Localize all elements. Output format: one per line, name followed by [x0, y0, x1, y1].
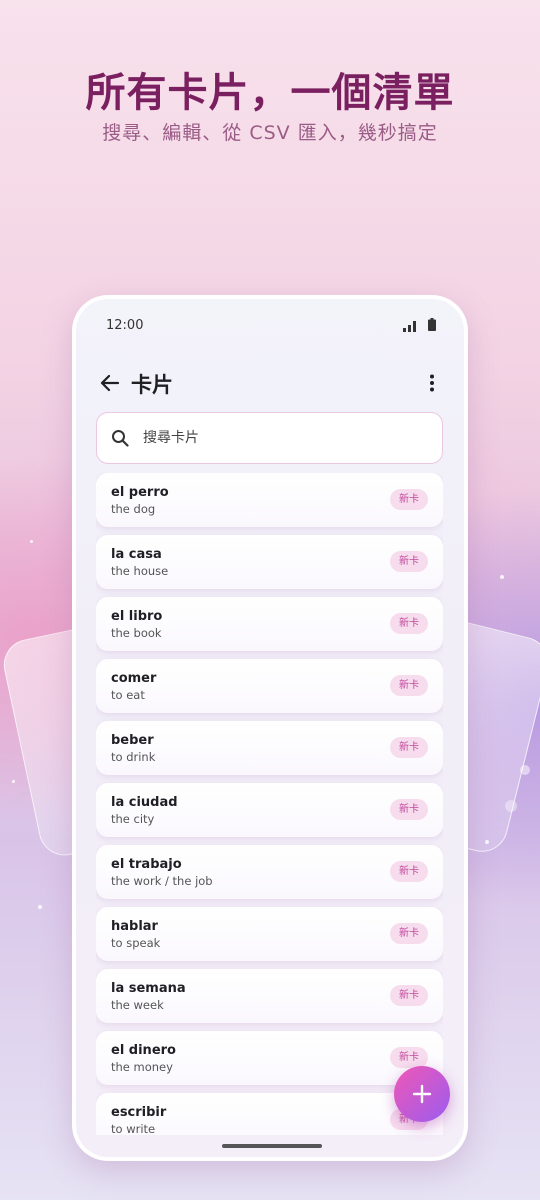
card-term: la semana: [111, 981, 186, 996]
sparkle: [38, 905, 42, 909]
new-card-badge: 新卡: [390, 799, 428, 820]
card-definition: the house: [111, 564, 169, 578]
new-card-badge: 新卡: [390, 1047, 428, 1068]
card-definition: the money: [111, 1060, 173, 1074]
card-term: el trabajo: [111, 857, 182, 872]
card-definition: the book: [111, 626, 162, 640]
card-definition: to eat: [111, 688, 145, 702]
search-icon: [112, 430, 129, 447]
list-item[interactable]: el trabajo the work / the job 新卡: [96, 845, 443, 899]
app-bar: 卡片: [76, 359, 464, 409]
card-term: hablar: [111, 919, 158, 934]
battery-icon: [428, 318, 436, 331]
page-title: 卡片: [131, 373, 173, 397]
card-term: escribir: [111, 1105, 167, 1120]
card-definition: the city: [111, 812, 155, 826]
status-time: 12:00: [106, 318, 144, 333]
sparkle: [505, 800, 517, 812]
promo-subline: 搜尋、編輯、從 CSV 匯入，幾秒搞定: [102, 122, 438, 144]
card-term: el perro: [111, 485, 169, 500]
more-vert-icon[interactable]: [420, 371, 444, 395]
list-item[interactable]: escribir to write 新卡: [96, 1093, 443, 1135]
card-definition: to write: [111, 1122, 156, 1135]
new-card-badge: 新卡: [390, 861, 428, 882]
list-item[interactable]: comer to eat 新卡: [96, 659, 443, 713]
list-item[interactable]: beber to drink 新卡: [96, 721, 443, 775]
list-item[interactable]: el perro the dog 新卡: [96, 473, 443, 527]
list-item[interactable]: la semana the week 新卡: [96, 969, 443, 1023]
list-item[interactable]: hablar to speak 新卡: [96, 907, 443, 961]
search-input[interactable]: [143, 424, 423, 452]
new-card-badge: 新卡: [390, 613, 428, 634]
card-term: beber: [111, 733, 154, 748]
card-definition: the dog: [111, 502, 156, 516]
new-card-badge: 新卡: [390, 551, 428, 572]
new-card-badge: 新卡: [390, 923, 428, 944]
search-bar[interactable]: [96, 412, 443, 464]
home-indicator[interactable]: [222, 1144, 322, 1148]
card-list: el perro the dog 新卡 la casa the house 新卡…: [96, 473, 443, 1135]
add-card-button[interactable]: [394, 1066, 450, 1122]
card-definition: the work / the job: [111, 874, 213, 888]
signal-icon: [403, 321, 416, 332]
new-card-badge: 新卡: [390, 675, 428, 696]
list-item[interactable]: la casa the house 新卡: [96, 535, 443, 589]
list-item[interactable]: el libro the book 新卡: [96, 597, 443, 651]
promo-headline: 所有卡片，一個清單: [85, 70, 455, 116]
sparkle: [12, 780, 15, 783]
card-term: el dinero: [111, 1043, 176, 1058]
sparkle: [520, 765, 530, 775]
list-item[interactable]: la ciudad the city 新卡: [96, 783, 443, 837]
new-card-badge: 新卡: [390, 489, 428, 510]
status-bar: 12:00: [76, 299, 464, 355]
card-term: la casa: [111, 547, 162, 562]
phone-frame: 12:00 卡片 搜尋卡片 el perro the dog 新卡 la cas…: [72, 295, 468, 1161]
sparkle: [30, 540, 33, 543]
card-definition: to speak: [111, 936, 161, 950]
card-definition: to drink: [111, 750, 156, 764]
app-screen: 12:00 卡片 搜尋卡片 el perro the dog 新卡 la cas…: [76, 299, 464, 1157]
sparkle: [485, 840, 489, 844]
card-term: comer: [111, 671, 157, 686]
new-card-badge: 新卡: [390, 737, 428, 758]
card-term: el libro: [111, 609, 163, 624]
card-term: la ciudad: [111, 795, 178, 810]
sparkle: [500, 575, 504, 579]
card-definition: the week: [111, 998, 164, 1012]
plus-icon: [412, 1084, 432, 1104]
arrow-left-icon[interactable]: [98, 371, 122, 395]
list-item[interactable]: el dinero the money 新卡: [96, 1031, 443, 1085]
new-card-badge: 新卡: [390, 985, 428, 1006]
